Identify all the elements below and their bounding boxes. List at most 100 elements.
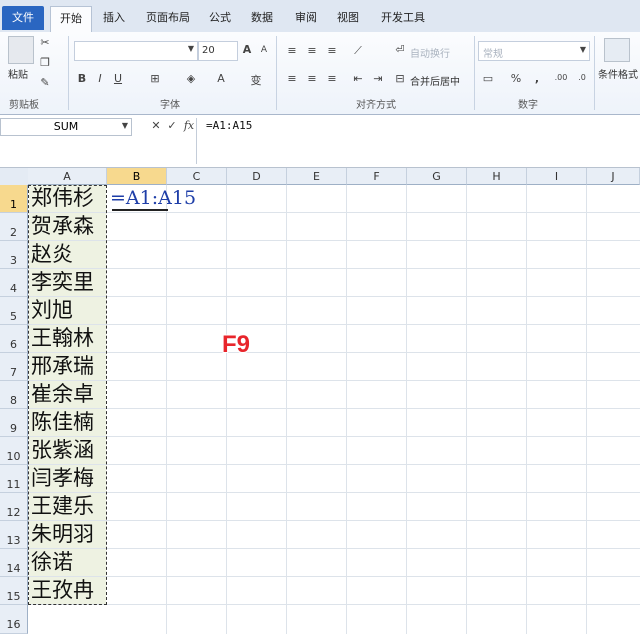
column-header-h[interactable]: H	[467, 168, 527, 185]
increase-indent-icon[interactable]: ⇥	[370, 72, 386, 85]
grid-line	[28, 492, 640, 493]
align-left-icon[interactable]: ≡	[284, 72, 300, 85]
cut-icon[interactable]: ✂	[38, 36, 52, 49]
conditional-format-label[interactable]: 条件格式	[598, 66, 638, 81]
row-header-15[interactable]: 15	[0, 577, 28, 605]
row-header-4[interactable]: 4	[0, 269, 28, 297]
chevron-down-icon: ▼	[187, 44, 195, 53]
tab-review[interactable]: 审阅	[290, 6, 322, 30]
column-header-a[interactable]: A	[28, 168, 107, 185]
fill-color-icon[interactable]: ◈	[184, 72, 198, 85]
grid-line	[28, 268, 640, 269]
grid-line	[166, 185, 167, 634]
font-size-select[interactable]: 20	[198, 41, 238, 61]
row-header-5[interactable]: 5	[0, 297, 28, 325]
row-header-11[interactable]: 11	[0, 465, 28, 493]
orientation-icon[interactable]: ⟋	[350, 44, 366, 58]
number-format-select[interactable]: 常规 ▼	[478, 41, 590, 61]
merge-center-label[interactable]: 合并后居中	[410, 73, 460, 88]
row-header-10[interactable]: 10	[0, 437, 28, 465]
column-header-g[interactable]: G	[407, 168, 467, 185]
column-header-i[interactable]: I	[527, 168, 587, 185]
grid-line	[28, 352, 640, 353]
paste-icon[interactable]	[8, 36, 34, 64]
increase-decimal-icon[interactable]: .00	[552, 73, 570, 82]
row-header-7[interactable]: 7	[0, 353, 28, 381]
tab-data[interactable]: 数据	[246, 6, 278, 30]
tab-insert[interactable]: 插入	[98, 6, 130, 30]
grow-font-icon[interactable]: A	[240, 43, 254, 56]
align-middle-icon[interactable]: ≡	[304, 44, 320, 57]
grid-line	[526, 185, 527, 634]
merge-icon[interactable]: ⊟	[394, 72, 406, 85]
row-header-16[interactable]: 16	[0, 605, 28, 634]
tab-page-layout[interactable]: 页面布局	[140, 6, 196, 30]
row-header-12[interactable]: 12	[0, 493, 28, 521]
name-box[interactable]: SUM	[0, 118, 132, 136]
formula-text: =A1:A15	[206, 119, 253, 132]
borders-icon[interactable]: ⊞	[148, 72, 162, 85]
group-separator	[276, 36, 277, 110]
grid-line	[28, 604, 640, 605]
insert-function-icon[interactable]: fx	[182, 119, 196, 132]
tab-view[interactable]: 视图	[332, 6, 364, 30]
column-header-f[interactable]: F	[347, 168, 407, 185]
tab-file[interactable]: 文件	[2, 6, 44, 30]
row-header-1[interactable]: 1	[0, 185, 28, 213]
group-label-clipboard: 剪贴板	[9, 100, 39, 111]
align-center-icon[interactable]: ≡	[304, 72, 320, 85]
formula-input[interactable]	[196, 118, 640, 164]
copy-icon[interactable]: ❐	[38, 56, 52, 69]
currency-icon[interactable]: ▭	[480, 72, 496, 85]
column-header-e[interactable]: E	[287, 168, 347, 185]
align-top-icon[interactable]: ≡	[284, 44, 300, 57]
grid-line	[28, 296, 640, 297]
chevron-down-icon: ▼	[579, 45, 586, 54]
cancel-icon[interactable]: ✕	[150, 119, 162, 132]
phonetic-icon[interactable]: 变	[248, 72, 264, 88]
grid-line	[466, 185, 467, 634]
italic-icon[interactable]: I	[94, 72, 106, 85]
underline-icon[interactable]: U	[112, 72, 124, 85]
align-bottom-icon[interactable]: ≡	[324, 44, 340, 57]
decrease-indent-icon[interactable]: ⇤	[350, 72, 366, 85]
row-header-13[interactable]: 13	[0, 521, 28, 549]
row-header-6[interactable]: 6	[0, 325, 28, 353]
percent-icon[interactable]: %	[510, 72, 522, 85]
conditional-format-icon[interactable]	[604, 38, 630, 62]
shrink-font-icon[interactable]: A	[258, 45, 270, 55]
tab-home[interactable]: 开始	[50, 6, 92, 33]
row-header-3[interactable]: 3	[0, 241, 28, 269]
column-header-d[interactable]: D	[227, 168, 287, 185]
row-header-8[interactable]: 8	[0, 381, 28, 409]
column-header-b[interactable]: B	[107, 168, 167, 185]
enter-icon[interactable]: ✓	[166, 119, 178, 132]
chevron-down-icon[interactable]: ▼	[120, 121, 130, 130]
row-header-14[interactable]: 14	[0, 549, 28, 577]
tab-developer[interactable]: 开发工具	[376, 6, 430, 30]
wrap-text-icon[interactable]: ⏎	[394, 43, 406, 56]
tab-formulas[interactable]: 公式	[204, 6, 236, 30]
format-painter-icon[interactable]: ✎	[38, 76, 52, 89]
grid-line	[28, 464, 640, 465]
select-all-corner[interactable]	[0, 168, 29, 186]
row-header-9[interactable]: 9	[0, 409, 28, 437]
wrap-text-label[interactable]: 自动换行	[410, 45, 450, 60]
grid-line	[28, 380, 640, 381]
row-header-2[interactable]: 2	[0, 213, 28, 241]
grid-line	[28, 408, 640, 409]
font-color-icon[interactable]: A	[214, 72, 228, 85]
font-name-select[interactable]	[74, 41, 198, 61]
group-label-alignment: 对齐方式	[356, 100, 396, 111]
bold-icon[interactable]: B	[76, 72, 88, 85]
decrease-decimal-icon[interactable]: .0	[574, 73, 590, 82]
comma-icon[interactable]: ,	[532, 72, 542, 85]
font-size-value: 20	[202, 45, 215, 56]
align-right-icon[interactable]: ≡	[324, 72, 340, 85]
grid-line	[346, 185, 347, 634]
group-label-number: 数字	[518, 100, 538, 111]
grid-line	[28, 240, 640, 241]
formula-range-underline	[112, 209, 168, 211]
column-header-c[interactable]: C	[167, 168, 227, 185]
column-header-j[interactable]: J	[587, 168, 640, 185]
